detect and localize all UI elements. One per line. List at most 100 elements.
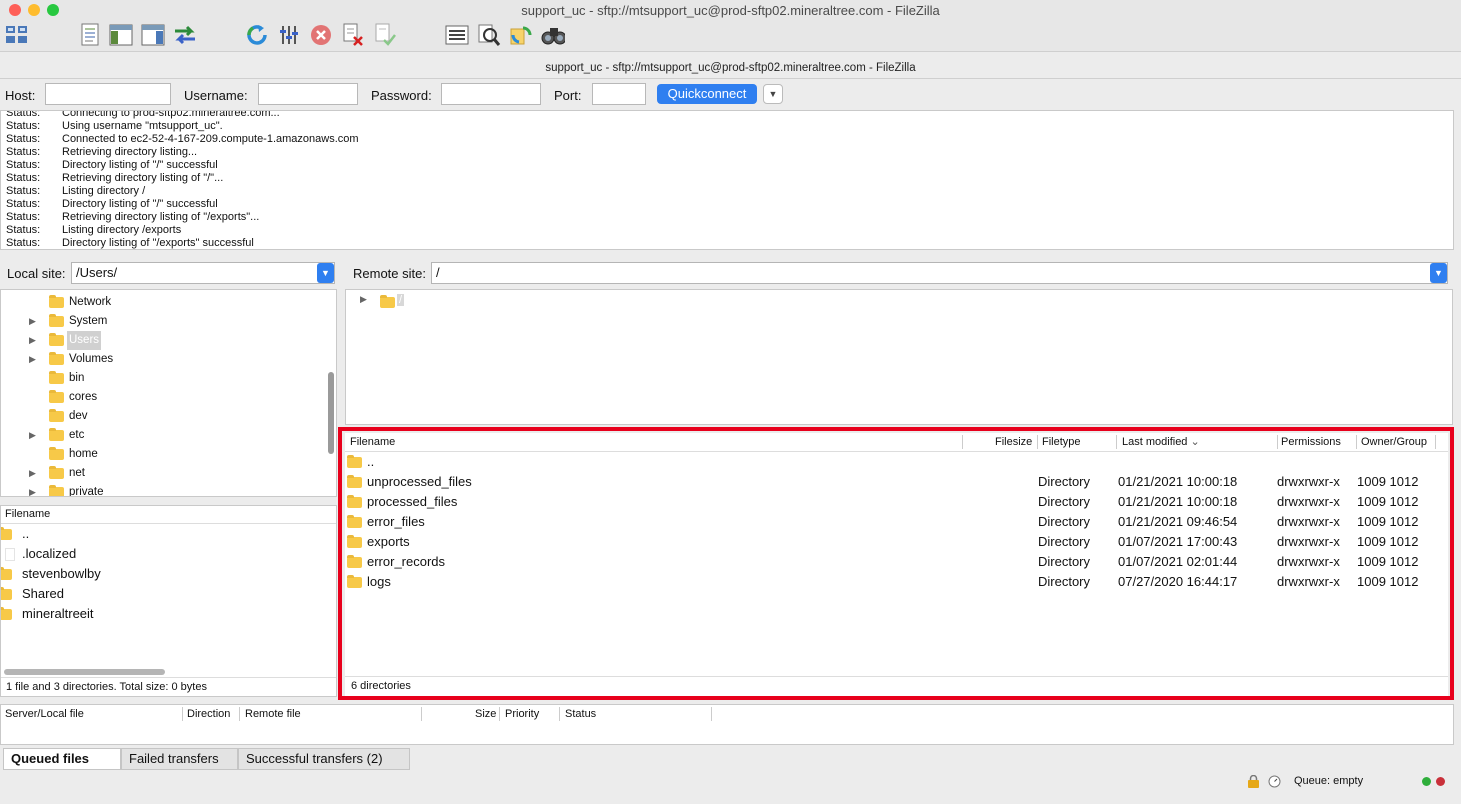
folder-icon	[1, 527, 12, 540]
queue-direction-header[interactable]: Direction	[187, 706, 230, 723]
remote-tree-root[interactable]: /	[397, 294, 405, 306]
tab-queued-files[interactable]: Queued files	[3, 748, 121, 770]
transfer-queue-list[interactable]: Server/Local file Direction Remote file …	[0, 704, 1454, 745]
remote-file-name: error_files	[367, 514, 425, 529]
remote-file-row[interactable]: ..	[345, 452, 1445, 472]
password-input[interactable]	[441, 83, 541, 105]
remote-directory-tree[interactable]: ▶ /	[345, 289, 1453, 425]
local-file-row[interactable]: stevenbowlby	[1, 564, 331, 584]
remote-file-row[interactable]: exports Directory 01/07/2021 17:00:43 drwxr…	[345, 532, 1445, 552]
expand-triangle-icon[interactable]: ▶	[29, 426, 36, 445]
log-row: Status: Connected to ec2-52-4-167-209.com…	[6, 133, 359, 146]
tab-failed-transfers[interactable]: Failed transfers	[121, 748, 238, 770]
directory-filter-icon[interactable]	[445, 23, 469, 47]
local-tree-scrollbar[interactable]	[328, 372, 334, 454]
remote-file-row[interactable]: unprocessed_files Directory 01/21/2021 10:…	[345, 472, 1445, 492]
local-file-row[interactable]: ..	[1, 524, 331, 544]
queue-status-header[interactable]: Status	[565, 706, 596, 723]
local-tree-item[interactable]: ▶ Volumes	[1, 350, 321, 369]
remote-file-type: Directory	[1038, 474, 1091, 489]
local-file-list[interactable]: Filename 1 file and 3 directories. Total…	[0, 505, 337, 697]
remote-tree-icon[interactable]	[141, 23, 165, 47]
site-manager-icon[interactable]	[5, 23, 29, 47]
local-tree-icon[interactable]	[109, 23, 133, 47]
lock-icon	[1247, 774, 1260, 788]
queue-priority-header[interactable]: Priority	[505, 706, 539, 723]
search-icon[interactable]	[541, 23, 565, 47]
folder-icon	[49, 409, 64, 422]
local-directory-tree[interactable]: Network ▶ System ▶ Users ▶ Volumes bin cores dev ▶…	[0, 289, 337, 497]
local-site-input[interactable]: /Users/	[71, 262, 335, 284]
process-queue-icon[interactable]	[278, 23, 302, 47]
column-divider	[1277, 435, 1278, 449]
local-file-row[interactable]: .localized	[1, 544, 331, 564]
local-tree-item[interactable]: bin	[1, 369, 321, 388]
remote-filesize-header[interactable]: Filesize	[995, 434, 1032, 451]
local-filename-header[interactable]: Filename	[5, 506, 50, 523]
folder-icon	[380, 295, 395, 308]
local-site-dropdown[interactable]: ▼	[317, 263, 334, 283]
remote-file-list[interactable]: Filename Filesize Filetype Last modified…	[345, 433, 1448, 697]
remote-owner-header[interactable]: Owner/Group	[1361, 434, 1427, 451]
remote-file-row[interactable]: error_files Directory 01/21/2021 09:46:54 d…	[345, 512, 1445, 532]
local-tree-item[interactable]: ▶ System	[1, 312, 321, 331]
transfer-queue-icon[interactable]	[173, 23, 197, 47]
local-tree-item[interactable]: Network	[1, 293, 321, 312]
folder-icon	[49, 447, 64, 460]
username-input[interactable]	[258, 83, 358, 105]
disconnect-icon[interactable]	[341, 23, 365, 47]
local-tree-item[interactable]: ▶ etc	[1, 426, 321, 445]
host-input[interactable]	[45, 83, 171, 105]
remote-file-row[interactable]: processed_files Directory 01/21/2021 10:00…	[345, 492, 1445, 512]
remote-file-owner: 1009 1012	[1357, 554, 1419, 569]
remote-permissions-header[interactable]: Permissions	[1281, 434, 1341, 451]
folder-icon	[49, 333, 64, 346]
quickconnect-button[interactable]: Quickconnect	[657, 84, 757, 104]
remote-site-dropdown[interactable]: ▼	[1430, 263, 1447, 283]
log-status: Status:	[6, 120, 41, 132]
local-tree-item[interactable]: dev	[1, 407, 321, 426]
log-row: Status: Directory listing of "/exports" s…	[6, 237, 254, 249]
queue-size-header[interactable]: Size	[475, 706, 496, 723]
folder-icon	[49, 428, 64, 441]
local-tree-item[interactable]: ▶ net	[1, 464, 321, 483]
expand-triangle-icon[interactable]: ▶	[29, 331, 36, 350]
local-tree-item[interactable]: cores	[1, 388, 321, 407]
expand-triangle-icon[interactable]: ▶	[29, 483, 36, 496]
log-status: Status:	[6, 224, 41, 236]
expand-triangle-icon[interactable]: ▶	[360, 294, 367, 305]
expand-triangle-icon[interactable]: ▶	[29, 312, 36, 331]
queue-server-header[interactable]: Server/Local file	[5, 706, 84, 723]
remote-file-row[interactable]: logs Directory 07/27/2020 16:44:17 drwxrwxr…	[345, 572, 1445, 592]
column-divider	[1116, 435, 1117, 449]
queue-status: Queue: empty	[1294, 775, 1364, 787]
message-log-icon[interactable]	[78, 23, 102, 47]
remote-filename-header[interactable]: Filename	[350, 434, 395, 451]
local-tree-item[interactable]: ▶ private	[1, 483, 321, 496]
sync-browse-icon[interactable]	[509, 23, 533, 47]
tab-successful-transfers[interactable]: Successful transfers (2)	[238, 748, 410, 770]
remote-modified-header[interactable]: Last modified ⌄	[1122, 434, 1200, 451]
port-input[interactable]	[592, 83, 646, 105]
expand-triangle-icon[interactable]: ▶	[29, 464, 36, 483]
local-list-scrollbar[interactable]	[4, 669, 165, 675]
chevron-down-icon: ▼	[1434, 268, 1443, 278]
queue-remote-header[interactable]: Remote file	[245, 706, 301, 723]
local-tree-item[interactable]: ▶ Users	[1, 331, 321, 350]
compare-icon[interactable]	[477, 23, 501, 47]
remote-file-row[interactable]: error_records Directory 01/07/2021 02:01:4…	[345, 552, 1445, 572]
refresh-icon[interactable]	[245, 23, 269, 47]
remote-filetype-header[interactable]: Filetype	[1042, 434, 1081, 451]
cancel-icon[interactable]	[309, 23, 333, 47]
expand-triangle-icon[interactable]: ▶	[29, 350, 36, 369]
reconnect-icon[interactable]	[373, 23, 397, 47]
remote-site-input[interactable]: /	[431, 262, 1448, 284]
remote-file-owner: 1009 1012	[1357, 574, 1419, 589]
folder-icon	[347, 575, 362, 588]
message-log[interactable]: Status: Connecting to prod-sftp02.mineral…	[0, 110, 1454, 250]
log-message: Directory listing of "/" successful	[62, 159, 218, 171]
local-file-row[interactable]: Shared	[1, 584, 331, 604]
quickconnect-dropdown-button[interactable]: ▼	[763, 84, 783, 104]
local-tree-item[interactable]: home	[1, 445, 321, 464]
local-file-row[interactable]: mineraltreeit	[1, 604, 331, 624]
